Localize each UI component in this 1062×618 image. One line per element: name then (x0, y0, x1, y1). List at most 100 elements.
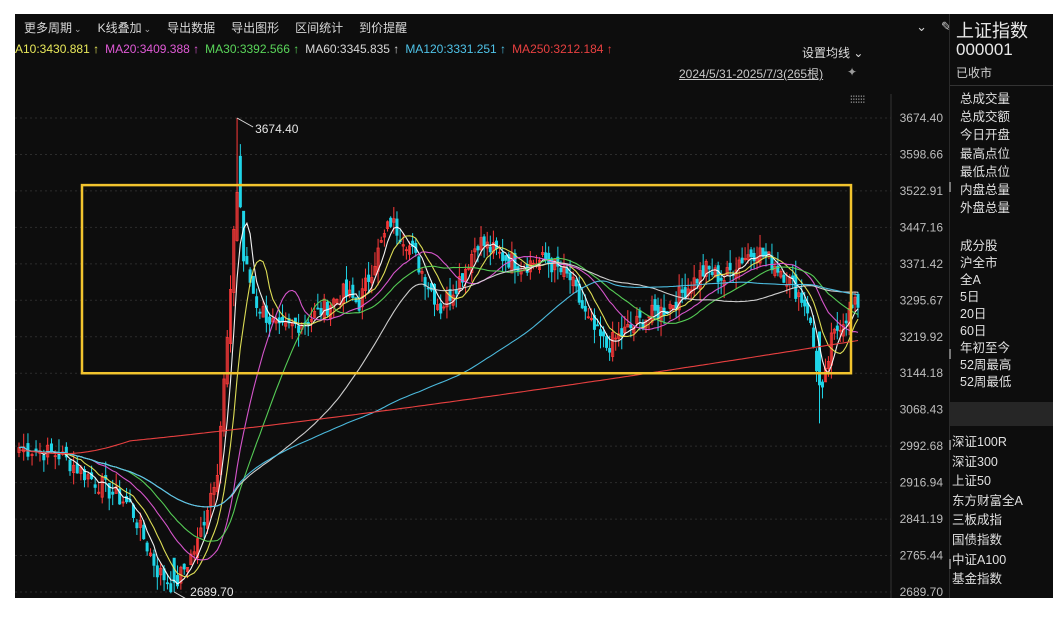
candle-body[interactable] (145, 542, 149, 552)
candle-body[interactable] (716, 265, 720, 283)
candle-body[interactable] (111, 491, 115, 495)
candle-body[interactable] (710, 271, 714, 275)
scroll-tick[interactable] (949, 349, 951, 359)
pin-icon[interactable]: ✦ (847, 65, 857, 79)
scale-ruler-icon[interactable]: ⫶⫶⫶⫶⫶⫶ (850, 95, 865, 106)
candle-body[interactable] (803, 299, 807, 307)
candle-body[interactable] (782, 274, 786, 283)
candle-body[interactable] (242, 210, 246, 262)
related-index-7[interactable]: 基金指数 (952, 568, 1002, 587)
candle-body[interactable] (835, 325, 839, 331)
candle-body[interactable] (494, 240, 498, 250)
ma-label-3[interactable]: MA60:3345.835 ↑ (305, 42, 399, 56)
candle-body[interactable] (577, 283, 581, 303)
related-index-6[interactable]: 中证A100 (952, 549, 1006, 568)
candle-body[interactable] (653, 299, 657, 311)
candle-body[interactable] (245, 256, 249, 265)
candle-body[interactable] (728, 262, 732, 271)
candle-body[interactable] (599, 329, 603, 337)
candle-body[interactable] (602, 331, 606, 337)
candle-body[interactable] (367, 274, 371, 282)
candle-body[interactable] (344, 279, 348, 297)
candle-body[interactable] (68, 459, 72, 472)
candle-body[interactable] (169, 583, 173, 593)
candle-body[interactable] (297, 325, 301, 333)
candle-body[interactable] (809, 317, 813, 324)
candle-body[interactable] (794, 274, 798, 299)
candle-body[interactable] (547, 252, 551, 265)
candle-body[interactable] (812, 327, 816, 347)
candle-body[interactable] (268, 316, 272, 325)
candle-body[interactable] (238, 155, 242, 208)
related-index-0[interactable]: 深证100R (952, 431, 1007, 450)
candle-body[interactable] (695, 279, 699, 284)
candle-body[interactable] (719, 277, 723, 281)
candle-body[interactable] (42, 455, 46, 461)
candle-body[interactable] (49, 443, 53, 452)
candle-body[interactable] (740, 257, 744, 264)
related-index-1[interactable]: 深证300 (952, 451, 998, 470)
candle-body[interactable] (202, 521, 206, 526)
candle-body[interactable] (583, 305, 587, 312)
candle-body[interactable] (258, 311, 262, 314)
range-label[interactable]: 2024/5/31-2025/7/3(265根) (679, 65, 823, 82)
link-item-8[interactable]: 52周最低 (960, 371, 1011, 390)
ma-label-2[interactable]: MA30:3392.566 ↑ (205, 42, 299, 56)
ma-label-1[interactable]: MA20:3409.388 ↑ (105, 42, 199, 56)
candle-body[interactable] (629, 324, 633, 329)
candle-body[interactable] (701, 265, 705, 277)
candle-body[interactable] (75, 463, 79, 474)
related-index-2[interactable]: 上证50 (952, 470, 991, 489)
candle-body[interactable] (454, 289, 458, 294)
candle-body[interactable] (152, 553, 156, 566)
scroll-tick (949, 559, 951, 569)
candle-body[interactable] (93, 484, 97, 488)
candle-body[interactable] (638, 310, 642, 318)
candle-body[interactable] (761, 247, 765, 257)
candle-body[interactable] (656, 304, 660, 320)
candle-body[interactable] (482, 236, 486, 246)
kline-chart[interactable]: 3674.40 3598.66 3522.91 3447.16 3371.42 3295.… (15, 14, 949, 598)
candle-body[interactable] (182, 563, 186, 570)
ma-label-4[interactable]: MA120:3331.251 ↑ (405, 42, 506, 56)
related-index-4[interactable]: 三板成指 (952, 509, 1002, 528)
candle-body[interactable] (574, 279, 578, 287)
candle-body[interactable] (608, 348, 612, 353)
candle-body[interactable] (620, 328, 624, 337)
candle-body[interactable] (680, 289, 684, 293)
ma-settings-dropdown[interactable]: 设置均线 ⌄ (802, 44, 863, 61)
candle-body[interactable] (580, 300, 584, 309)
candle-body[interactable] (476, 246, 480, 251)
ma-label-5[interactable]: MA250:3212.184 ↑ (512, 42, 613, 56)
candle-body[interactable] (165, 582, 169, 585)
candle-body[interactable] (820, 381, 824, 388)
candle-body[interactable] (815, 350, 819, 372)
related-index-5[interactable]: 国债指数 (952, 529, 1002, 548)
candle-body[interactable] (351, 284, 355, 298)
candle-body[interactable] (595, 324, 599, 327)
candle-body[interactable] (559, 267, 563, 273)
candle-body[interactable] (707, 265, 711, 270)
candle-body[interactable] (135, 522, 139, 529)
candle-body[interactable] (856, 293, 860, 308)
candle-body[interactable] (439, 303, 443, 314)
ma-label-0[interactable]: A10:3430.881 ↑ (15, 42, 99, 56)
candle-body[interactable] (155, 565, 159, 578)
candle-body[interactable] (605, 336, 609, 348)
candle-body[interactable] (389, 217, 393, 227)
candle-body[interactable] (251, 275, 255, 294)
candle-body[interactable] (255, 296, 259, 308)
candle-body[interactable] (488, 246, 492, 253)
candle-body[interactable] (568, 272, 572, 281)
related-index-3[interactable]: 东方财富全A (952, 490, 1023, 509)
candle-body[interactable] (316, 307, 320, 310)
candle-body[interactable] (544, 252, 548, 260)
candle-body[interactable] (325, 301, 329, 316)
candle-body[interactable] (800, 292, 804, 303)
candle-body[interactable] (142, 524, 146, 540)
candle-body[interactable] (504, 255, 508, 261)
candle-body[interactable] (844, 320, 848, 324)
candle-body[interactable] (752, 252, 756, 262)
candle-body[interactable] (501, 252, 505, 262)
candle-body[interactable] (749, 249, 753, 257)
